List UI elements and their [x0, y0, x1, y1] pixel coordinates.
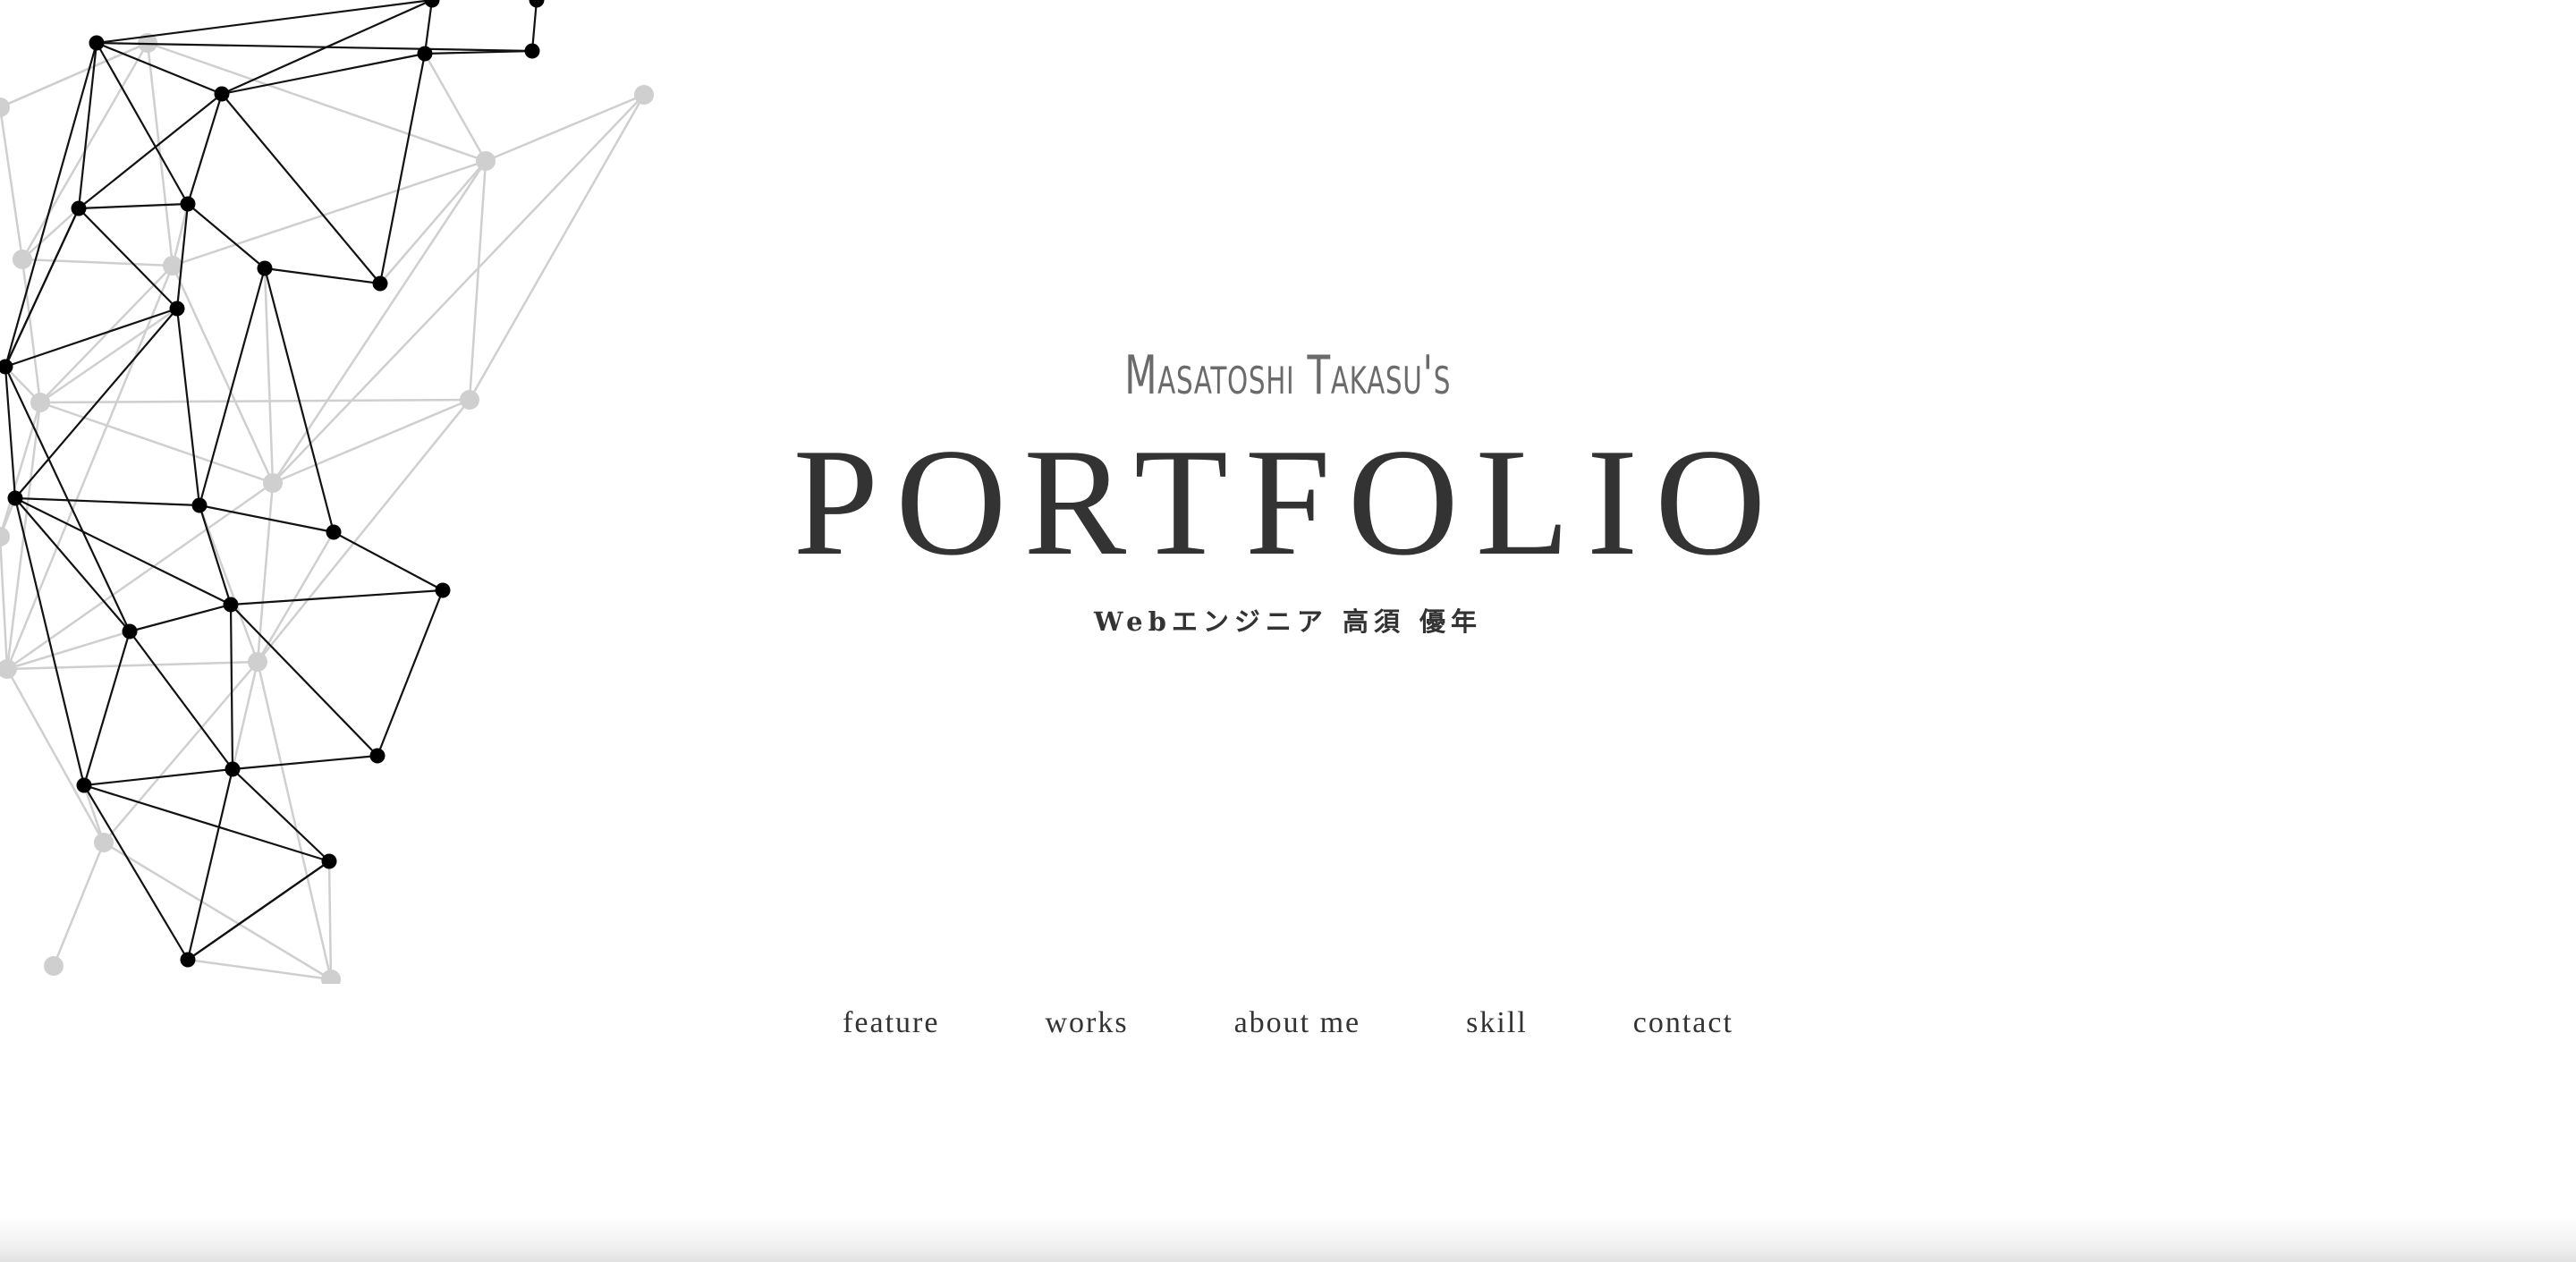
- portfolio-owner-subtitle: Masatoshi Takasu's: [1124, 344, 1452, 407]
- network-edge: [78, 208, 178, 309]
- network-node: [529, 0, 545, 8]
- network-edge: [0, 41, 148, 109]
- nav-item-works[interactable]: works: [1045, 1006, 1128, 1040]
- network-node: [248, 652, 267, 672]
- nav-item-skill[interactable]: skill: [1466, 1006, 1528, 1040]
- network-edge: [221, 93, 381, 284]
- network-edge: [147, 41, 487, 163]
- network-node: [476, 151, 496, 171]
- network-node: [163, 256, 182, 275]
- network-edge: [256, 661, 333, 980]
- network-edge: [83, 767, 233, 787]
- network-edge: [21, 208, 80, 260]
- network-edge: [232, 768, 330, 862]
- network-node: [76, 777, 92, 793]
- network-node: [321, 970, 341, 984]
- network-edge: [82, 631, 131, 786]
- network-node: [634, 85, 654, 105]
- main-navigation: feature works about me skill contact: [0, 1006, 2576, 1040]
- network-edge: [129, 631, 233, 770]
- network-node: [71, 200, 87, 216]
- title-block: Masatoshi Takasu's PORTFOLIO Webエンジニア 高須…: [0, 340, 2576, 639]
- network-edge: [21, 258, 174, 267]
- network-edge: [5, 668, 106, 843]
- network-node: [44, 956, 64, 976]
- network-edge: [103, 841, 332, 981]
- network-node: [424, 0, 440, 8]
- network-edge: [264, 267, 381, 285]
- network-node: [524, 43, 540, 59]
- nav-item-about-me[interactable]: about me: [1234, 1006, 1361, 1040]
- network-node: [180, 952, 196, 968]
- network-edge: [0, 106, 24, 260]
- network-node: [13, 250, 32, 269]
- network-node: [89, 35, 105, 51]
- network-edge: [78, 202, 189, 210]
- network-edge: [187, 860, 330, 961]
- network-edge: [485, 93, 645, 163]
- network-edge: [187, 958, 332, 981]
- network-edge: [221, 52, 426, 96]
- network-edge: [77, 42, 98, 209]
- nav-item-feature[interactable]: feature: [843, 1006, 939, 1040]
- tagline: Webエンジニア 高須 優年: [1093, 606, 1483, 637]
- network-edge: [424, 49, 533, 55]
- network-node: [372, 275, 388, 292]
- network-edge: [187, 203, 266, 269]
- network-edge: [423, 0, 434, 55]
- network-edge: [378, 53, 427, 284]
- network-edge: [186, 768, 234, 961]
- network-node: [180, 196, 196, 212]
- network-edge: [186, 93, 224, 205]
- network-node: [169, 301, 185, 317]
- bottom-shadow: [0, 1217, 2576, 1262]
- network-node: [369, 748, 386, 764]
- network-edge: [83, 784, 189, 961]
- hero-section: Masatoshi Takasu's PORTFOLIO Webエンジニア 高須…: [0, 0, 2576, 984]
- network-edge: [423, 53, 487, 162]
- network-edge: [232, 754, 378, 771]
- network-node: [225, 761, 241, 777]
- network-node: [0, 659, 17, 679]
- nav-item-contact[interactable]: contact: [1633, 1006, 1733, 1040]
- network-node: [257, 260, 273, 276]
- network-edge: [530, 0, 538, 52]
- network-edge: [52, 842, 106, 967]
- network-node: [94, 833, 114, 852]
- network-edge: [96, 41, 223, 96]
- network-node: [417, 46, 433, 62]
- network-node: [214, 86, 230, 102]
- network-edge: [78, 93, 223, 209]
- network-edge: [172, 159, 487, 267]
- network-edge: [96, 42, 189, 205]
- network-edge: [6, 660, 258, 671]
- page-title: PORTFOLIO: [792, 418, 1784, 588]
- network-edge: [327, 860, 333, 980]
- network-node: [0, 97, 10, 117]
- network-node: [321, 853, 337, 869]
